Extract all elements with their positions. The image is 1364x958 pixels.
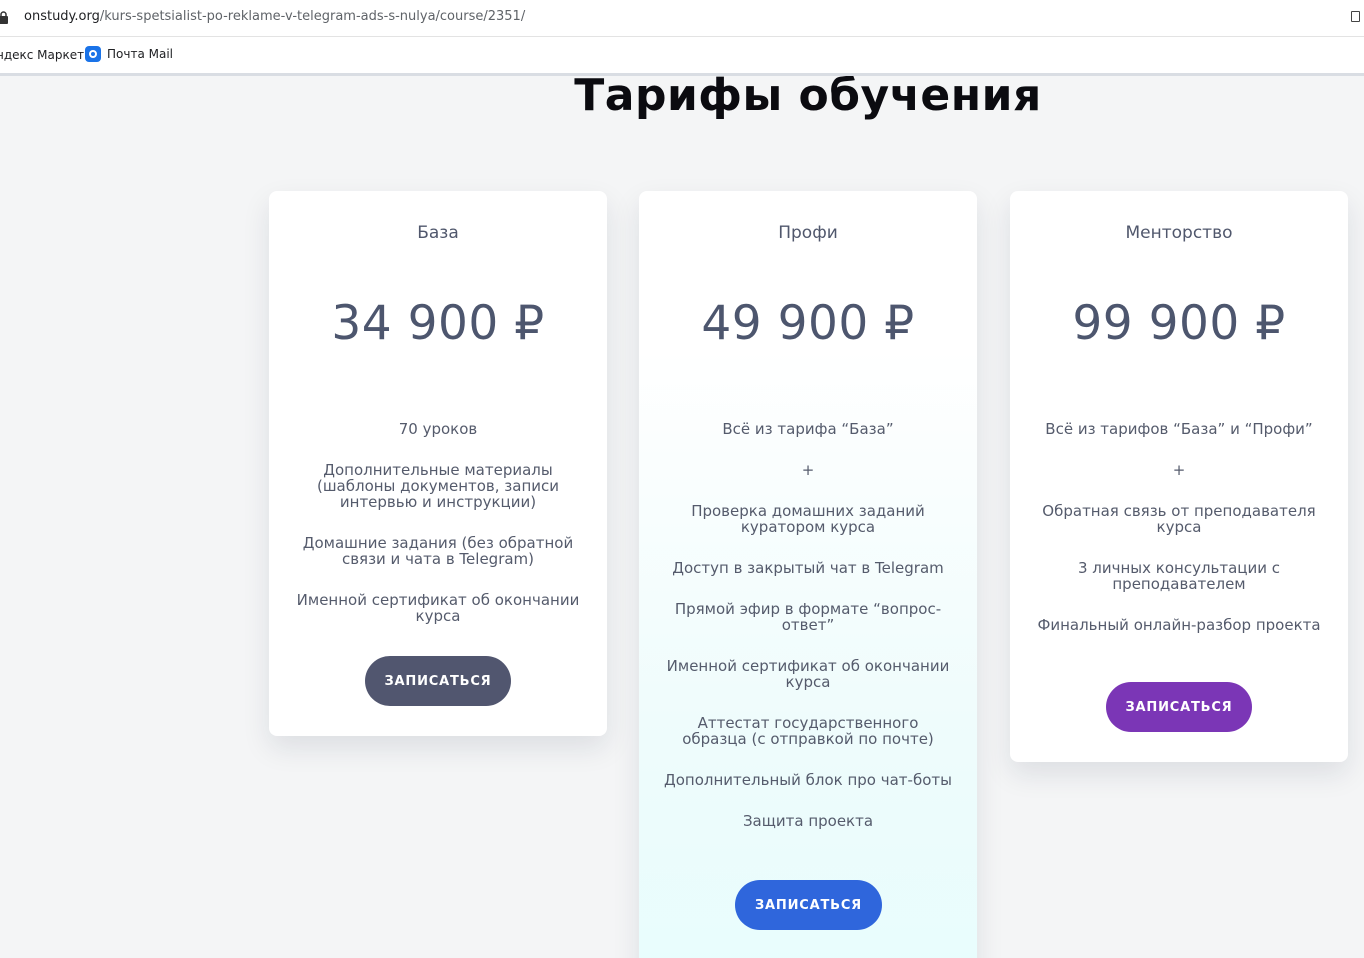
plan-feature: Всё из тарифов “База” и “Профи” bbox=[1045, 420, 1313, 438]
plan-feature: Прямой эфир в формате “вопрос-ответ” bbox=[674, 600, 942, 634]
plan-feature: Именной сертификат об окончании курса bbox=[666, 657, 950, 691]
plan-feature: Защита проекта bbox=[742, 812, 874, 830]
plan-feature: Именной сертификат об окончании курса bbox=[296, 591, 580, 625]
plan-feature: 70 уроков bbox=[398, 420, 478, 438]
plan-features: Всё из тарифов “База” и “Профи” + Обратн… bbox=[1034, 421, 1324, 658]
enroll-button-mentorship[interactable]: ЗАПИСАТЬСЯ bbox=[1106, 682, 1252, 732]
plan-feature: Домашние задания (без обратной связи и ч… bbox=[302, 534, 574, 568]
url-domain: onstudy.org bbox=[24, 9, 100, 24]
plan-name: Менторство bbox=[1125, 223, 1233, 243]
page-icon[interactable] bbox=[1351, 11, 1360, 22]
plan-card-mentorship: Менторство 99 900 ₽ Всё из тарифов “База… bbox=[1010, 191, 1348, 762]
plan-price: 99 900 ₽ bbox=[1072, 296, 1286, 351]
plan-feature: Финальный онлайн-разбор проекта bbox=[1037, 616, 1321, 634]
plan-feature: + bbox=[1172, 461, 1186, 479]
page-content: Тарифы обучения База 34 900 ₽ 70 уроков … bbox=[0, 76, 1364, 958]
plan-feature: + bbox=[801, 461, 815, 479]
plan-feature: Всё из тарифа “База” bbox=[722, 420, 894, 438]
enroll-button-base[interactable]: ЗАПИСАТЬСЯ bbox=[365, 656, 511, 706]
plan-feature: Дополнительный блок про чат-боты bbox=[664, 771, 952, 789]
mail-at-icon bbox=[85, 46, 101, 62]
url-path: /kurs-spetsialist-po-reklame-v-telegram-… bbox=[99, 9, 526, 24]
lock-icon[interactable] bbox=[0, 11, 9, 24]
plan-price: 49 900 ₽ bbox=[701, 296, 915, 351]
bookmark-label: Почта Mail bbox=[107, 47, 173, 61]
plan-card-base: База 34 900 ₽ 70 уроков Дополнительные м… bbox=[269, 191, 607, 736]
plan-feature: Доступ в закрытый чат в Telegram bbox=[672, 559, 944, 577]
plan-features: 70 уроков Дополнительные материалы (шабл… bbox=[293, 421, 583, 649]
bookmark-mail[interactable]: Почта Mail bbox=[85, 46, 173, 62]
bookmarks-bar: ндекс Маркет Почта Mail bbox=[0, 37, 1364, 76]
page-title: Тарифы обучения bbox=[574, 76, 1042, 121]
plan-feature: Аттестат государственного образца (с отп… bbox=[682, 714, 934, 748]
bookmark-label: ндекс Маркет bbox=[0, 48, 85, 62]
plan-features: Всё из тарифа “База” + Проверка домашних… bbox=[663, 421, 953, 854]
plan-feature: Дополнительные материалы (шаблоны докуме… bbox=[316, 461, 560, 511]
plan-feature: Обратная связь от преподавателя курса bbox=[1042, 502, 1316, 536]
address-bar[interactable]: onstudy.org/kurs-spetsialist-po-reklame-… bbox=[0, 0, 1364, 37]
plan-name: База bbox=[417, 223, 459, 243]
url-text[interactable]: onstudy.org/kurs-spetsialist-po-reklame-… bbox=[24, 9, 525, 24]
plan-name: Профи bbox=[778, 223, 838, 243]
plan-feature: 3 личных консультации с преподавателем bbox=[1077, 559, 1281, 593]
plan-card-profi: Профи 49 900 ₽ Всё из тарифа “База” + Пр… bbox=[639, 191, 977, 958]
bookmark-yandex-market[interactable]: ндекс Маркет bbox=[0, 48, 84, 62]
plan-feature: Проверка домашних заданий куратором курс… bbox=[691, 502, 925, 536]
enroll-button-profi[interactable]: ЗАПИСАТЬСЯ bbox=[735, 880, 882, 930]
plan-price: 34 900 ₽ bbox=[331, 296, 545, 351]
